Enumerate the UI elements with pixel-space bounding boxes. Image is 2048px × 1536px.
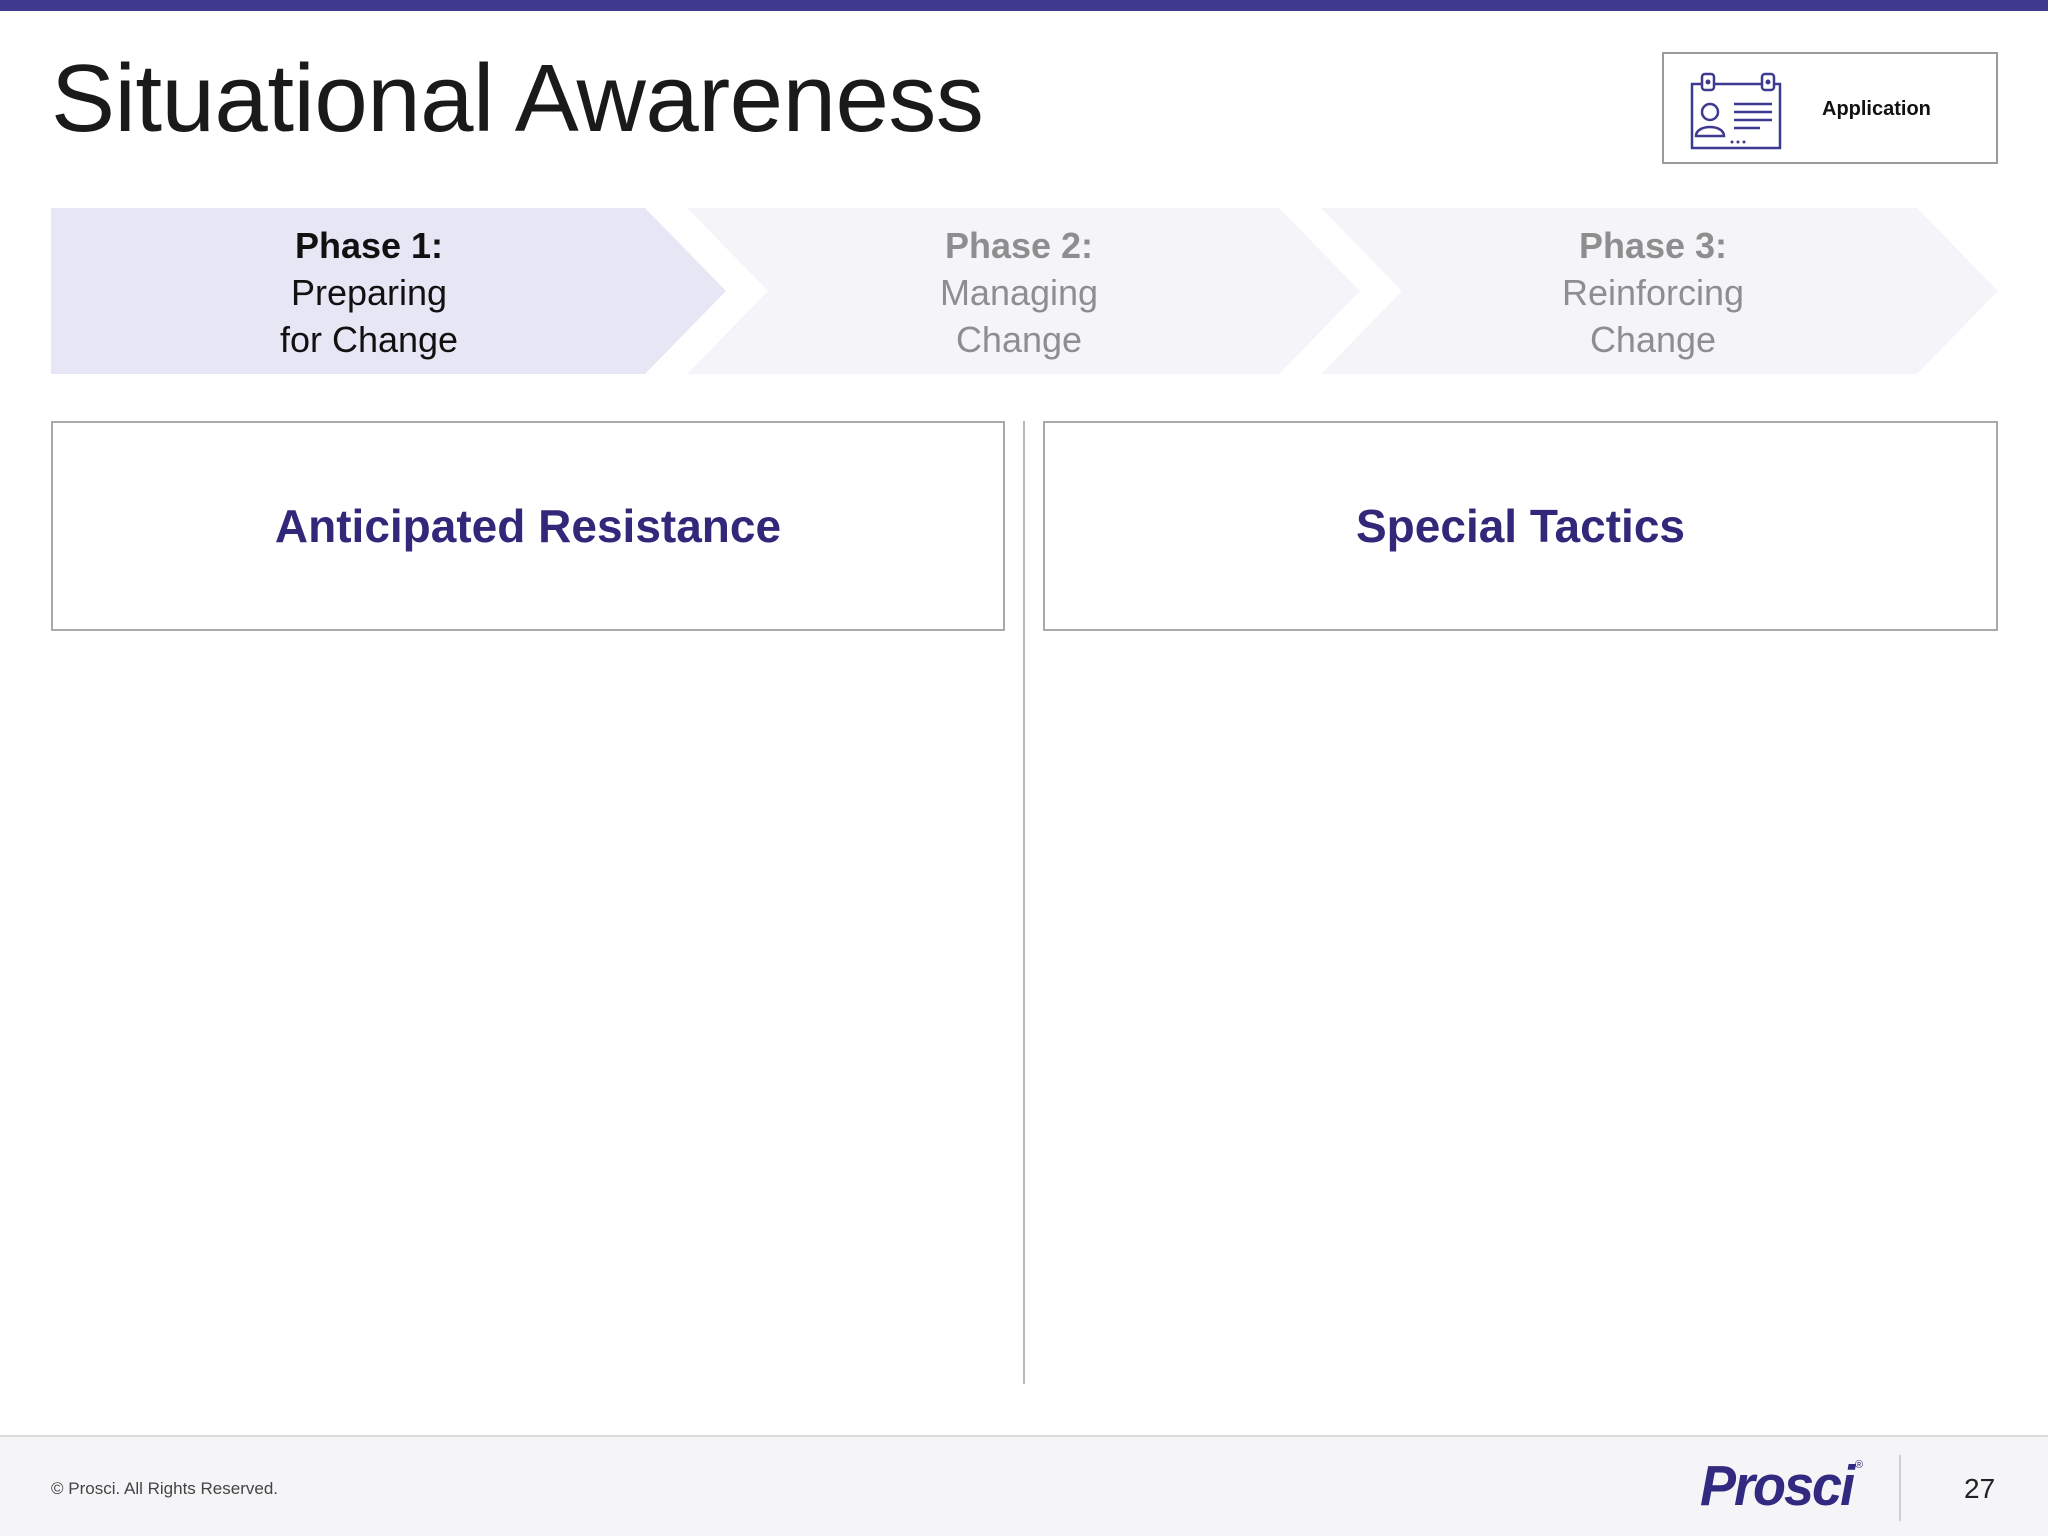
phase-1-head: Phase 1: <box>294 224 444 266</box>
column-divider <box>1023 421 1025 1384</box>
phase-1-line-2: for Change <box>279 318 459 360</box>
copyright-text: © Prosci. All Rights Reserved. <box>51 1479 278 1498</box>
phase-chevrons: Phase 1: Preparing for Change Phase 2: M… <box>51 208 1999 374</box>
phase-1-line-1: Preparing <box>290 271 448 313</box>
application-badge: Application <box>1662 52 1998 164</box>
phase-3-line-2: Change <box>1589 318 1717 360</box>
anticipated-resistance-box: Anticipated Resistance <box>51 421 1005 631</box>
top-accent-bar <box>0 0 2048 11</box>
footer: © Prosci. All Rights Reserved. Prosci ® … <box>0 1435 2048 1536</box>
special-tactics-box: Special Tactics <box>1043 421 1998 631</box>
phase-3-line-1: Reinforcing <box>1561 271 1745 313</box>
special-tactics-heading: Special Tactics <box>1356 500 1685 552</box>
phase-2-line-2: Change <box>955 318 1083 360</box>
id-card-icon <box>1690 72 1782 150</box>
phase-3-head: Phase 3: <box>1578 224 1728 266</box>
application-label: Application <box>1822 98 1931 120</box>
phase-2-line-1: Managing <box>939 271 1099 313</box>
slide-title: Situational Awareness <box>51 45 984 152</box>
registered-mark: ® <box>1855 1459 1864 1471</box>
anticipated-resistance-heading: Anticipated Resistance <box>274 500 782 552</box>
prosci-logo: Prosci <box>1700 1454 1855 1518</box>
phase-1-text: Phase 1: Preparing for Change <box>51 208 687 374</box>
page-number: 27 <box>1964 1473 1996 1504</box>
footer-separator <box>1899 1455 1901 1521</box>
phase-2-text: Phase 2: Managing Change <box>709 208 1329 374</box>
phase-2-head: Phase 2: <box>944 224 1094 266</box>
phase-3-text: Phase 3: Reinforcing Change <box>1343 208 1963 374</box>
slide: Situational Awareness Application Phase … <box>0 0 2048 1536</box>
